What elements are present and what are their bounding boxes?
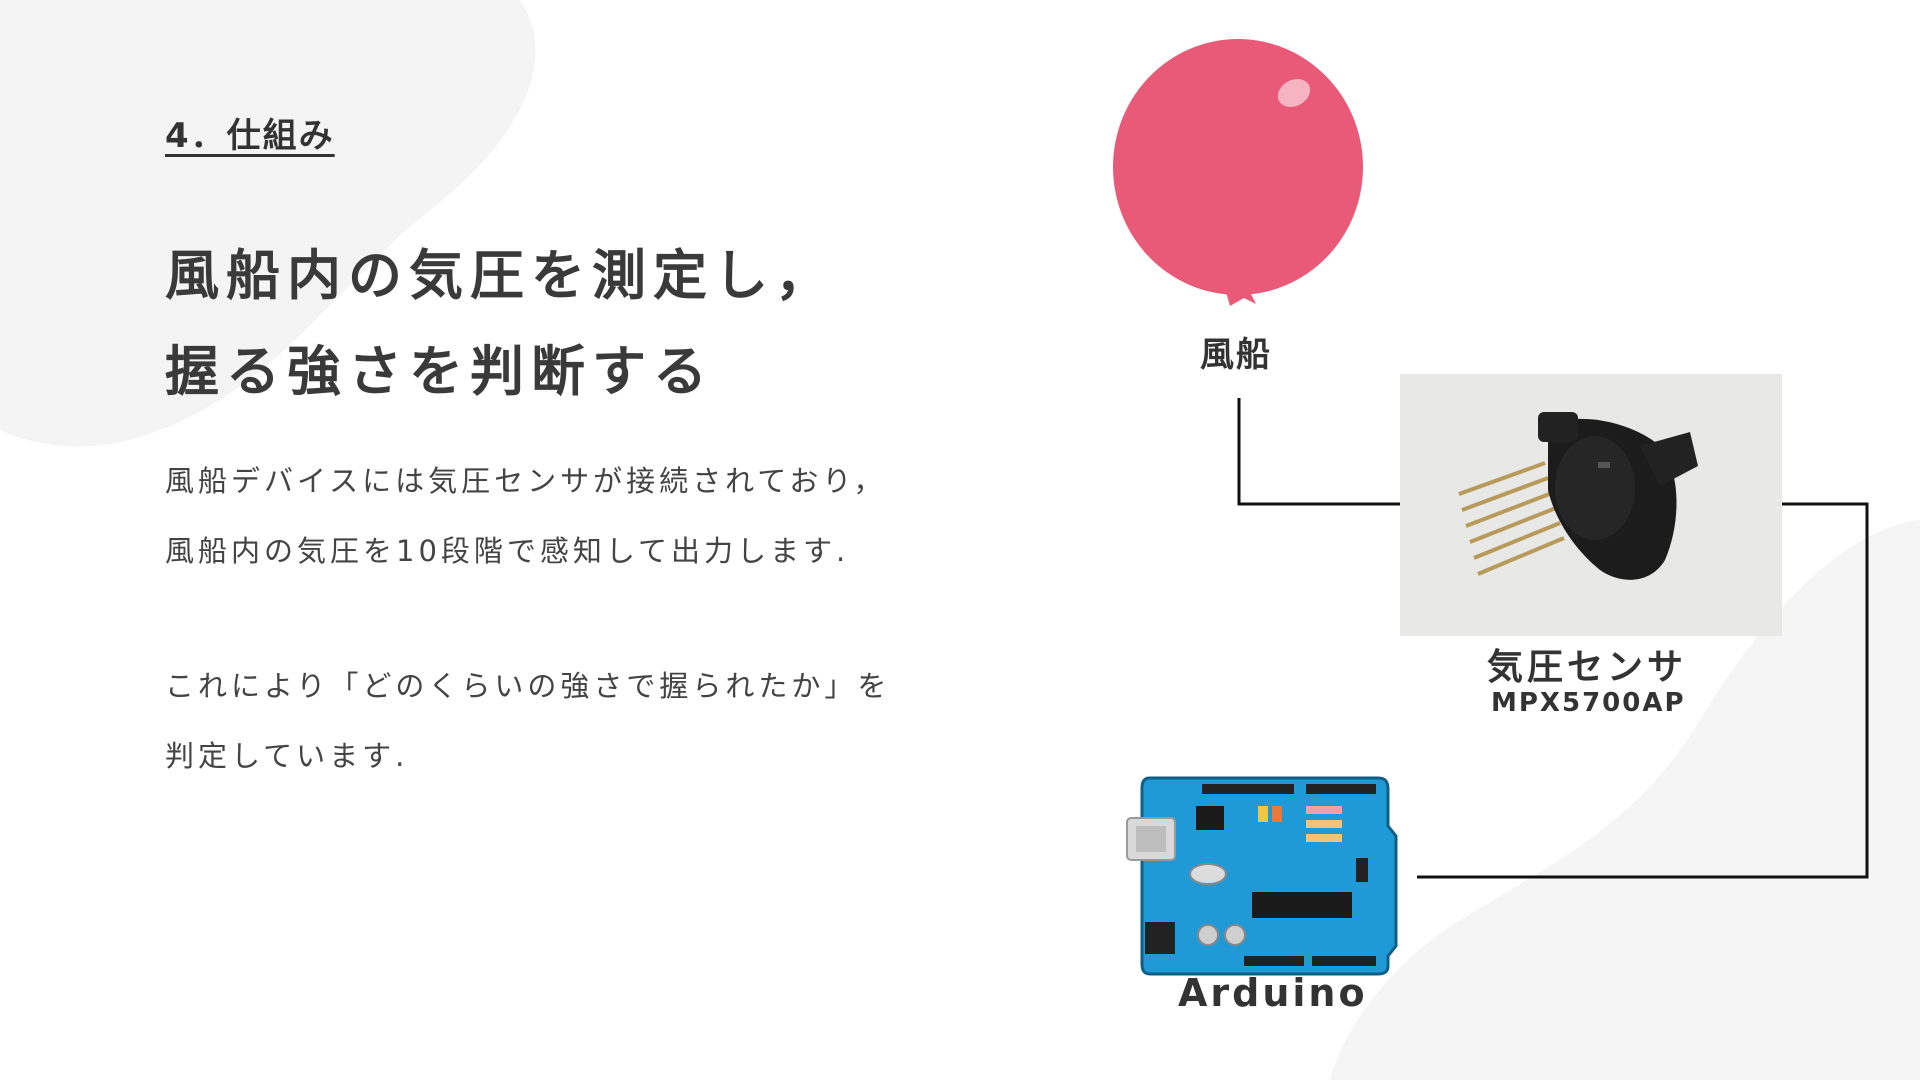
balloon-label: 風船 bbox=[1200, 335, 1272, 375]
sensor-label: 気圧センサ bbox=[1487, 647, 1688, 688]
pressure-sensor-photo bbox=[1400, 374, 1782, 636]
sensor-model-label: MPX5700AP bbox=[1491, 688, 1686, 718]
system-diagram bbox=[1113, 39, 1869, 976]
balloon-icon bbox=[1113, 39, 1363, 306]
arduino-label: Arduino bbox=[1178, 971, 1368, 1015]
balloon-sensor-wire bbox=[1237, 398, 1400, 506]
arduino-board-icon bbox=[1126, 776, 1398, 976]
